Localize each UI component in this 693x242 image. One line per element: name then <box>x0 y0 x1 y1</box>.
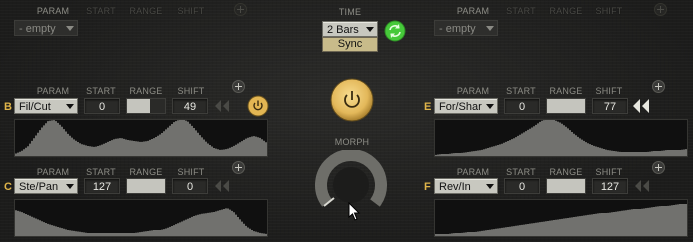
lane-power-icon-b[interactable] <box>247 95 269 117</box>
time-select-value: 2 Bars <box>327 24 359 36</box>
param-select-a[interactable]: - empty <box>14 20 78 36</box>
morph-header: MORPH <box>334 137 370 147</box>
main-power-button[interactable] <box>330 78 374 122</box>
shift-field-b[interactable]: 49 <box>172 98 208 114</box>
lane-letter-c: C <box>4 181 12 193</box>
dropdown-arrow-icon <box>66 184 74 189</box>
sync-button-label: Sync <box>337 38 363 50</box>
dropdown-arrow-icon <box>66 104 74 109</box>
rewind-icon-f[interactable] <box>634 179 650 193</box>
range-slider-e[interactable] <box>546 98 586 114</box>
param-select-f-value: Rev/In <box>439 181 471 193</box>
dropdown-arrow-icon <box>486 26 494 31</box>
param-header-e: PARAM <box>456 86 490 96</box>
range-slider-f[interactable] <box>546 178 586 194</box>
shift-field-f[interactable]: 127 <box>592 178 628 194</box>
sync-button[interactable]: Sync <box>322 37 378 52</box>
range-slider-c[interactable] <box>126 178 166 194</box>
lfo-waveform-e[interactable] <box>434 119 688 157</box>
param-header-d: PARAM <box>456 6 490 16</box>
param-select-a-value: - empty <box>19 23 56 35</box>
shift-field-c[interactable]: 0 <box>172 178 208 194</box>
start-header-f: START <box>506 167 536 177</box>
range-slider-b[interactable] <box>126 98 166 114</box>
param-header-c: PARAM <box>36 167 70 177</box>
dropdown-arrow-icon <box>486 104 494 109</box>
lfo-waveform-c[interactable] <box>14 199 268 237</box>
param-select-e-value: For/Shar <box>439 101 482 113</box>
param-select-f[interactable]: Rev/In <box>434 178 498 194</box>
dropdown-arrow-icon <box>366 27 374 32</box>
range-fill-c <box>127 179 165 193</box>
waveform-svg-f <box>435 204 687 236</box>
range-header-d: RANGE <box>549 6 583 16</box>
range-header-b: RANGE <box>129 86 163 96</box>
lfo-waveform-f[interactable] <box>434 199 688 237</box>
start-header-c: START <box>86 167 116 177</box>
mouse-cursor-icon <box>348 201 362 222</box>
range-fill-f <box>547 179 585 193</box>
param-select-d-value: - empty <box>439 23 476 35</box>
time-select[interactable]: 2 Bars <box>322 21 378 37</box>
start-header-b: START <box>86 86 116 96</box>
shift-header-c: SHIFT <box>177 167 205 177</box>
start-field-e[interactable]: 0 <box>504 98 540 114</box>
add-icon-e[interactable] <box>652 80 665 93</box>
start-header-d: START <box>506 6 536 16</box>
shift-field-e[interactable]: 77 <box>592 98 628 114</box>
dropdown-arrow-icon <box>66 26 74 31</box>
range-header-f: RANGE <box>549 167 583 177</box>
start-header-e: START <box>506 86 536 96</box>
time-header: TIME <box>338 7 362 17</box>
shift-header-a: SHIFT <box>177 6 205 16</box>
param-select-c-value: Ste/Pan <box>19 181 59 193</box>
add-icon-a[interactable] <box>234 3 247 16</box>
range-fill-e <box>547 99 585 113</box>
lane-letter-f: F <box>424 181 431 193</box>
start-field-c[interactable]: 127 <box>84 178 120 194</box>
waveform-svg-b <box>15 120 267 156</box>
param-select-c[interactable]: Ste/Pan <box>14 178 78 194</box>
lane-letter-e: E <box>424 101 432 113</box>
range-header-c: RANGE <box>129 167 163 177</box>
add-icon-d[interactable] <box>654 3 667 16</box>
shift-header-f: SHIFT <box>595 167 623 177</box>
start-field-b[interactable]: 0 <box>84 98 120 114</box>
param-select-d[interactable]: - empty <box>434 20 498 36</box>
param-select-b-value: Fil/Cut <box>19 101 51 113</box>
param-select-e[interactable]: For/Shar <box>434 98 498 114</box>
param-header-a: PARAM <box>36 6 70 16</box>
param-header-f: PARAM <box>456 167 490 177</box>
waveform-svg-e <box>435 120 687 156</box>
shift-header-d: SHIFT <box>595 6 623 16</box>
add-icon-f[interactable] <box>652 161 665 174</box>
dropdown-arrow-icon <box>486 184 494 189</box>
param-header-b: PARAM <box>36 86 70 96</box>
shift-header-b: SHIFT <box>177 86 205 96</box>
rewind-icon-e[interactable] <box>632 98 650 114</box>
add-icon-c[interactable] <box>232 161 245 174</box>
rewind-icon-c[interactable] <box>214 179 230 193</box>
rewind-icon-b[interactable] <box>214 99 230 113</box>
start-field-f[interactable]: 0 <box>504 178 540 194</box>
range-fill-b <box>127 99 150 113</box>
lfo-waveform-b[interactable] <box>14 119 268 157</box>
lane-letter-b: B <box>4 101 12 113</box>
start-header-a: START <box>86 6 116 16</box>
waveform-svg-c <box>15 208 267 236</box>
add-icon-b[interactable] <box>232 80 245 93</box>
shift-header-e: SHIFT <box>595 86 623 96</box>
param-select-b[interactable]: Fil/Cut <box>14 98 78 114</box>
range-header-e: RANGE <box>549 86 583 96</box>
sync-refresh-icon[interactable] <box>384 20 406 42</box>
range-header-a: RANGE <box>129 6 163 16</box>
